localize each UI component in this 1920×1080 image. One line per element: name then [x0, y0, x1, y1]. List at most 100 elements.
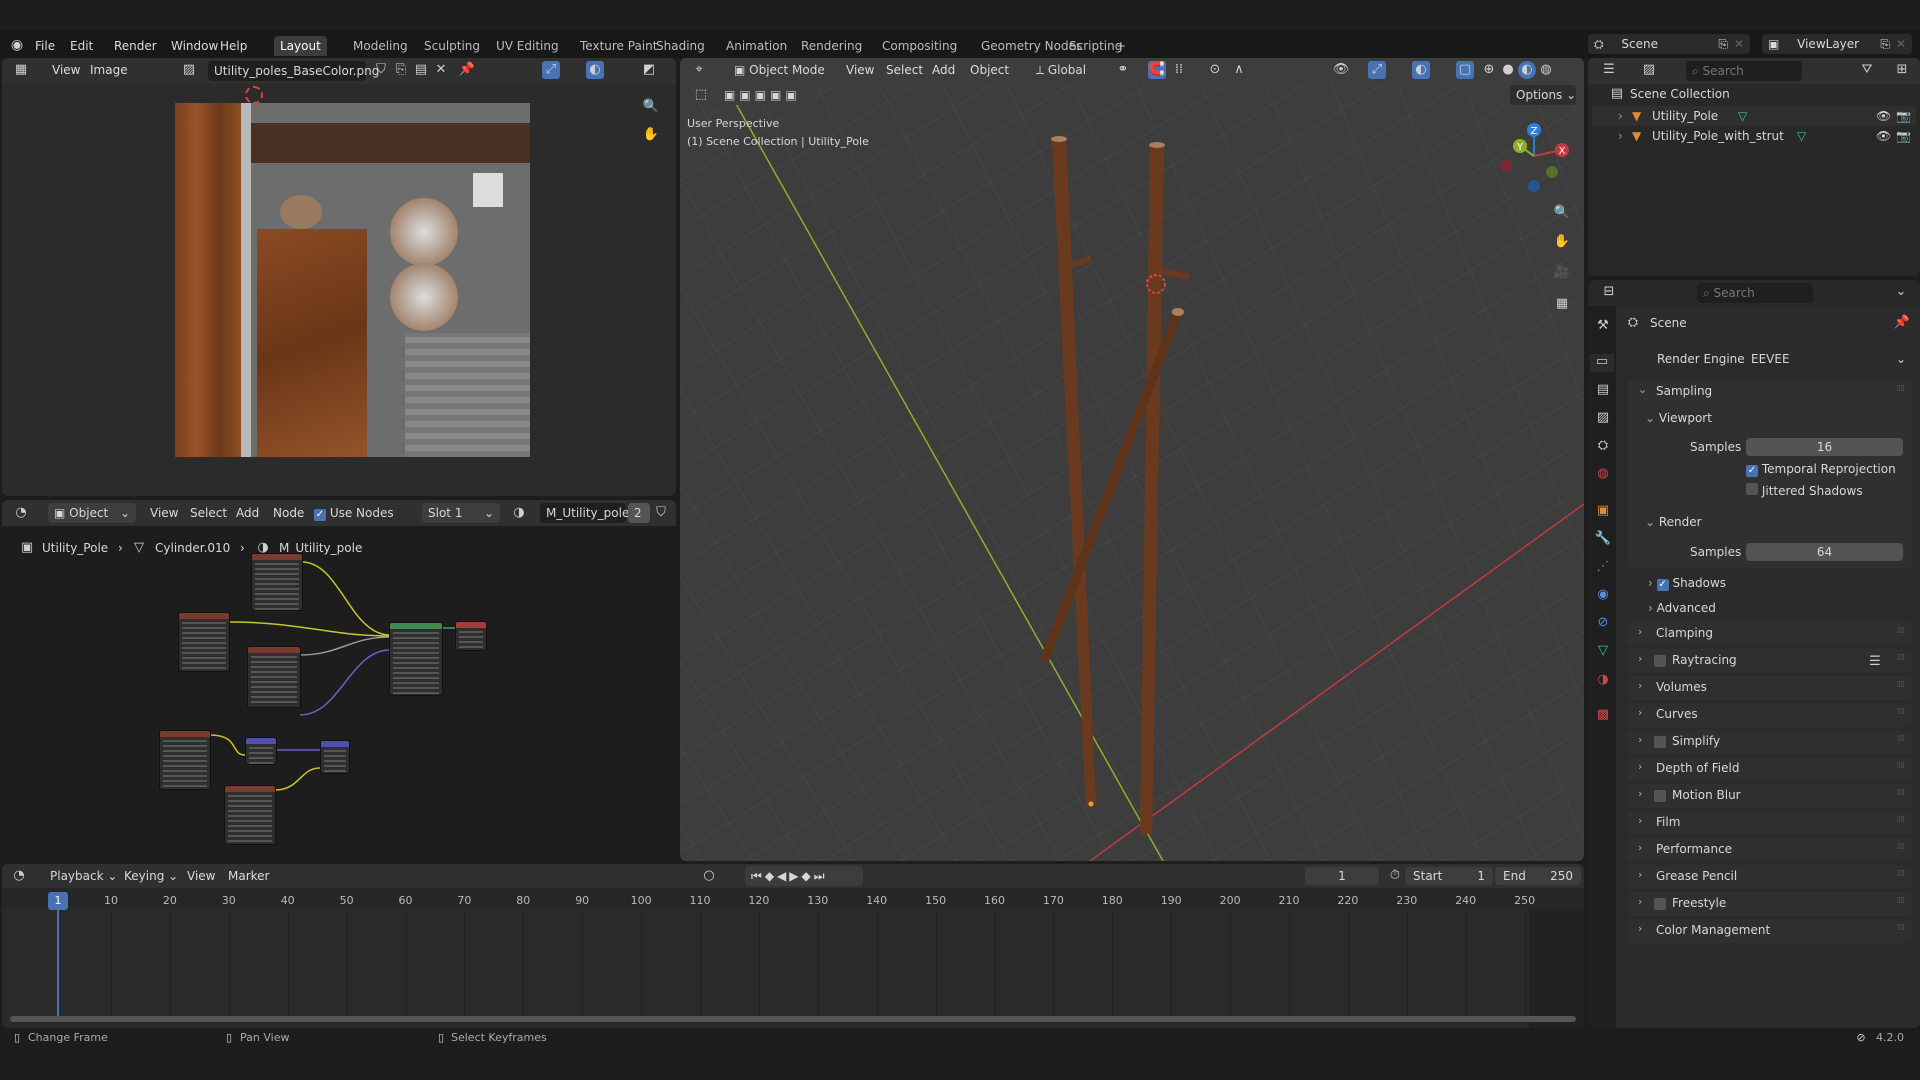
scene-selector[interactable]: ⛭ Scene ⎘ ✕: [1588, 34, 1750, 54]
render-camera-icon[interactable]: 📷: [1896, 128, 1911, 144]
playhead[interactable]: 1: [48, 892, 68, 910]
tab-rendering[interactable]: Rendering: [795, 36, 868, 56]
panel-clamping[interactable]: › Clamping ⁞⁞⁞⁞: [1628, 622, 1912, 646]
shader-node[interactable]: [320, 740, 350, 774]
snap-target-icon[interactable]: ⁞⁞: [1170, 61, 1188, 79]
pin-icon[interactable]: 📌: [1893, 314, 1911, 332]
material-properties-tab-icon[interactable]: ◑: [1594, 672, 1612, 690]
visibility-eye-icon[interactable]: 👁: [1876, 128, 1891, 144]
list-presets-icon[interactable]: ☰: [1866, 653, 1884, 671]
menu-view[interactable]: View: [846, 62, 874, 78]
drag-handle-icon[interactable]: ⁞⁞⁞⁞: [1897, 626, 1906, 636]
options-chevron-icon[interactable]: ⌄: [1892, 283, 1910, 301]
panel-performance[interactable]: › Performance ⁞⁞⁞⁞: [1628, 838, 1912, 862]
panel-volumes[interactable]: › Volumes ⁞⁞⁞⁞: [1628, 676, 1912, 700]
expand-chevron-icon[interactable]: ›: [1618, 128, 1623, 144]
outliner-search-input[interactable]: ⌕ Search: [1686, 61, 1802, 81]
zoom-icon[interactable]: 🔍: [642, 98, 660, 116]
close-icon[interactable]: ✕: [1896, 34, 1906, 54]
render-properties-tab-icon[interactable]: ▭: [1590, 354, 1614, 372]
panel-freestyle[interactable]: › Freestyle ⁞⁞⁞⁞: [1628, 892, 1912, 916]
editor-type-icon[interactable]: ◔: [10, 867, 28, 885]
menu-view[interactable]: View: [52, 62, 80, 78]
material-preview-shading-icon[interactable]: ◐: [1518, 61, 1536, 79]
display-mode-icon[interactable]: ☰: [1600, 61, 1618, 79]
mesh-data-icon[interactable]: ▽: [1797, 128, 1806, 144]
image-name-field[interactable]: Utility_poles_BaseColor.png: [208, 61, 379, 81]
open-image-icon[interactable]: ▤: [412, 61, 430, 79]
snap-icon[interactable]: 🧲: [1148, 61, 1166, 79]
menu-image[interactable]: Image: [90, 62, 128, 78]
overlay-icon[interactable]: ◐: [586, 61, 604, 79]
panel-checkbox[interactable]: [1654, 898, 1666, 910]
keying-dropdown[interactable]: Keying ⌄: [118, 866, 178, 886]
outliner-item[interactable]: › ▼ Utility_Pole_with_strut ▽ 👁 📷: [1592, 126, 1916, 146]
unlink-image-icon[interactable]: ✕: [432, 61, 450, 79]
output-properties-tab-icon[interactable]: ▤: [1594, 382, 1612, 400]
tab-layout[interactable]: Layout: [274, 36, 327, 56]
new-view-layer-icon[interactable]: ⎘: [1880, 34, 1890, 54]
panel-grease-pencil[interactable]: › Grease Pencil ⁞⁞⁞⁞: [1628, 865, 1912, 889]
panel-film[interactable]: › Film ⁞⁞⁞⁞: [1628, 811, 1912, 835]
tab-compositing[interactable]: Compositing: [876, 36, 963, 56]
outliner-item[interactable]: › ▼ Utility_Pole ▽ 👁 📷: [1592, 106, 1916, 126]
proportional-edit-icon[interactable]: ⊙: [1206, 61, 1224, 79]
gizmo-toggle-icon[interactable]: ⤢: [1368, 61, 1386, 79]
fake-user-shield-icon[interactable]: ⛉: [372, 61, 390, 79]
object-properties-tab-icon[interactable]: ▣: [1594, 503, 1612, 521]
transport-controls[interactable]: ⏮◆◀▶◆⏭: [745, 866, 863, 886]
particles-properties-tab-icon[interactable]: ⋰: [1594, 559, 1612, 577]
tab-animation[interactable]: Animation: [720, 36, 793, 56]
drag-handle-icon[interactable]: ⁞⁞⁞⁞: [1897, 896, 1906, 906]
next-keyframe-icon[interactable]: ◆: [802, 869, 814, 883]
solid-shading-icon[interactable]: ●: [1499, 61, 1517, 79]
scene-properties-tab-icon[interactable]: ⛭: [1594, 438, 1612, 456]
overlays-toggle-icon[interactable]: ◐: [1412, 61, 1430, 79]
scene-collection-label[interactable]: Scene Collection: [1630, 86, 1730, 102]
physics-properties-tab-icon[interactable]: ◉: [1594, 587, 1612, 605]
panel-checkbox[interactable]: [1654, 655, 1666, 667]
xray-toggle-icon[interactable]: ▢: [1456, 61, 1474, 79]
visibility-selectability-icon[interactable]: 👁: [1332, 61, 1350, 79]
navigation-gizmo[interactable]: Z X Y: [1494, 118, 1574, 198]
shader-node[interactable]: [224, 785, 276, 845]
visibility-eye-icon[interactable]: 👁: [1876, 108, 1891, 124]
mesh-data-icon[interactable]: ▽: [1738, 108, 1747, 124]
menu-render[interactable]: Render: [114, 38, 157, 54]
subpanel-advanced[interactable]: › Advanced: [1648, 600, 1716, 616]
display-channels-icon[interactable]: ◩: [640, 61, 658, 79]
subpanel-viewport[interactable]: ⌄ Viewport: [1645, 410, 1712, 426]
play-icon[interactable]: ▶: [789, 869, 801, 883]
pivot-point-icon[interactable]: ⚭: [1114, 61, 1132, 79]
constraints-properties-tab-icon[interactable]: ⊘: [1594, 615, 1612, 633]
render-engine-dropdown[interactable]: EEVEE ⌄: [1745, 349, 1912, 369]
panel-checkbox[interactable]: [1654, 736, 1666, 748]
zoom-icon[interactable]: 🔍: [1553, 204, 1571, 222]
select-mode-buttons[interactable]: ▣▣▣▣▣: [718, 85, 816, 105]
shader-node[interactable]: [455, 621, 487, 651]
panel-color-management[interactable]: › Color Management ⁞⁞⁞⁞: [1628, 919, 1912, 943]
tab-modeling[interactable]: Modeling: [347, 36, 414, 56]
shader-node[interactable]: [245, 737, 277, 765]
pin-icon[interactable]: 📌: [458, 61, 476, 79]
object-mode-dropdown[interactable]: ▣ Object Mode: [728, 60, 832, 80]
editor-type-icon[interactable]: ▦: [12, 61, 30, 79]
start-frame-field[interactable]: Start 1: [1405, 867, 1493, 885]
editor-type-icon[interactable]: ⌖: [690, 61, 708, 79]
jump-end-icon[interactable]: ⏭: [814, 869, 828, 883]
close-icon[interactable]: ✕: [1734, 34, 1744, 54]
shader-node[interactable]: [251, 553, 303, 611]
add-workspace-button[interactable]: +: [1110, 36, 1132, 56]
render-samples-field[interactable]: 64: [1746, 543, 1903, 561]
perspective-toggle-icon[interactable]: ▦: [1553, 295, 1571, 313]
world-properties-tab-icon[interactable]: ◍: [1594, 466, 1612, 484]
drag-handle-icon[interactable]: ⁞⁞⁞⁞: [1897, 815, 1906, 825]
drag-handle-icon[interactable]: ⁞⁞⁞⁞: [1897, 788, 1906, 798]
properties-search-input[interactable]: ⌕ Search: [1697, 283, 1813, 303]
menu-help[interactable]: Help: [220, 38, 247, 54]
transform-orientation-dropdown[interactable]: ⟂ Global: [1030, 60, 1104, 80]
view-layer-properties-tab-icon[interactable]: ▨: [1594, 410, 1612, 428]
filter-view-icon[interactable]: ▨: [1640, 61, 1658, 79]
duplicate-image-icon[interactable]: ⎘: [392, 61, 410, 79]
drag-handle-icon[interactable]: ⁞⁞⁞⁞: [1897, 653, 1906, 663]
